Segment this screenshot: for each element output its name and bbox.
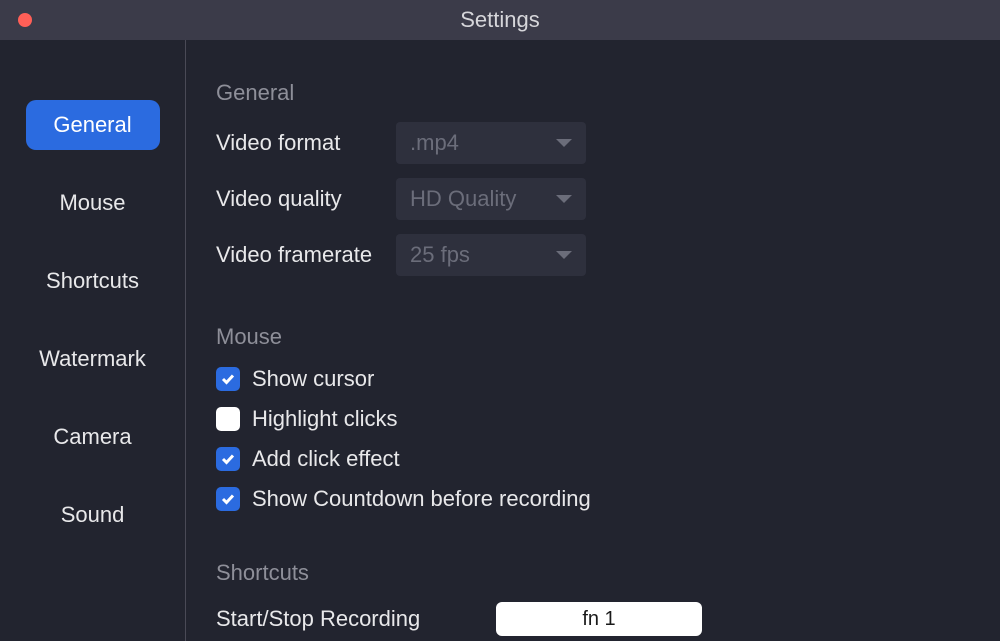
sidebar-item-shortcuts[interactable]: Shortcuts: [26, 256, 160, 306]
content-pane: General Video format .mp4 Video quality …: [186, 40, 1000, 641]
checkbox-label: Show Countdown before recording: [252, 486, 591, 512]
window-title: Settings: [460, 7, 540, 33]
checkbox-highlight-clicks[interactable]: [216, 407, 240, 431]
label-start-stop: Start/Stop Recording: [216, 606, 496, 632]
sidebar-item-camera[interactable]: Camera: [26, 412, 160, 462]
checkbox-label: Add click effect: [252, 446, 400, 472]
checkbox-row-add-click-effect: Add click effect: [216, 446, 970, 472]
sidebar-item-label: General: [53, 112, 131, 138]
sidebar-item-label: Sound: [61, 502, 125, 528]
sidebar-item-general[interactable]: General: [26, 100, 160, 150]
sidebar-item-watermark[interactable]: Watermark: [26, 334, 160, 384]
shortcut-field-start-stop[interactable]: fn 1: [496, 602, 702, 636]
select-video-framerate[interactable]: 25 fps: [396, 234, 586, 276]
body: General Mouse Shortcuts Watermark Camera…: [0, 40, 1000, 641]
sidebar: General Mouse Shortcuts Watermark Camera…: [0, 40, 186, 641]
chevron-down-icon: [556, 195, 572, 203]
sidebar-item-label: Shortcuts: [46, 268, 139, 294]
checkbox-row-highlight-clicks: Highlight clicks: [216, 406, 970, 432]
checkmark-icon: [220, 371, 236, 387]
section-header-shortcuts: Shortcuts: [216, 560, 970, 586]
select-value: 25 fps: [410, 242, 470, 268]
chevron-down-icon: [556, 251, 572, 259]
section-header-general: General: [216, 80, 970, 106]
sidebar-item-label: Watermark: [39, 346, 146, 372]
traffic-lights: [0, 13, 32, 27]
label-video-quality: Video quality: [216, 186, 396, 212]
shortcut-value: fn 1: [582, 608, 615, 631]
label-video-format: Video format: [216, 130, 396, 156]
select-value: HD Quality: [410, 186, 516, 212]
sidebar-item-label: Mouse: [59, 190, 125, 216]
row-video-quality: Video quality HD Quality: [216, 178, 970, 220]
select-value: .mp4: [410, 130, 459, 156]
section-header-mouse: Mouse: [216, 324, 970, 350]
chevron-down-icon: [556, 139, 572, 147]
row-start-stop-recording: Start/Stop Recording fn 1: [216, 602, 970, 636]
checkmark-icon: [220, 451, 236, 467]
checkbox-add-click-effect[interactable]: [216, 447, 240, 471]
label-video-framerate: Video framerate: [216, 242, 396, 268]
row-video-format: Video format .mp4: [216, 122, 970, 164]
row-video-framerate: Video framerate 25 fps: [216, 234, 970, 276]
select-video-format[interactable]: .mp4: [396, 122, 586, 164]
checkbox-row-show-countdown: Show Countdown before recording: [216, 486, 970, 512]
sidebar-item-label: Camera: [53, 424, 131, 450]
close-window-button[interactable]: [18, 13, 32, 27]
titlebar: Settings: [0, 0, 1000, 40]
checkbox-show-countdown[interactable]: [216, 487, 240, 511]
sidebar-item-mouse[interactable]: Mouse: [26, 178, 160, 228]
checkmark-icon: [220, 491, 236, 507]
select-video-quality[interactable]: HD Quality: [396, 178, 586, 220]
checkbox-label: Show cursor: [252, 366, 374, 392]
sidebar-item-sound[interactable]: Sound: [26, 490, 160, 540]
checkbox-show-cursor[interactable]: [216, 367, 240, 391]
checkbox-row-show-cursor: Show cursor: [216, 366, 970, 392]
checkbox-label: Highlight clicks: [252, 406, 398, 432]
